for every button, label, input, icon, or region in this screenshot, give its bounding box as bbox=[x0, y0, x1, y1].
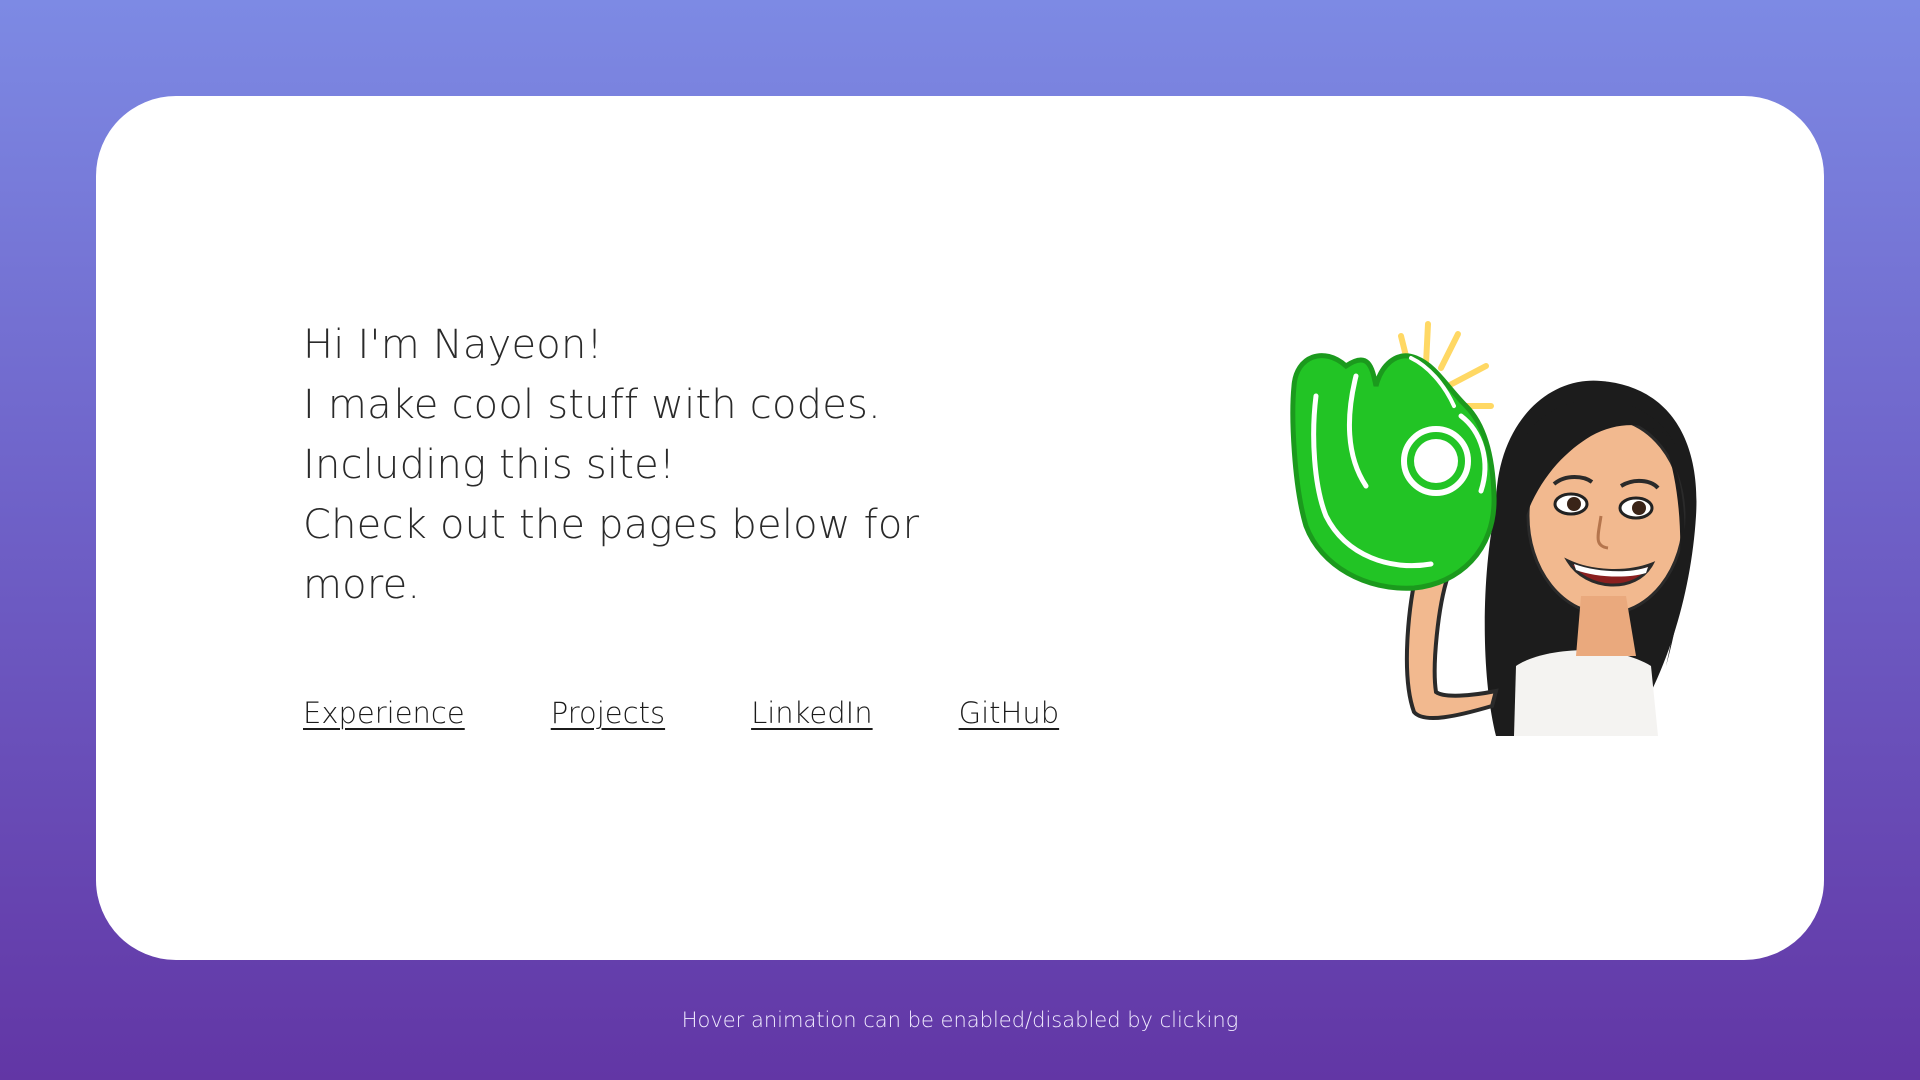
projects-link[interactable]: Projects bbox=[551, 696, 665, 730]
intro-line-3: Including this site! bbox=[303, 442, 676, 488]
bitmoji-avatar-icon[interactable] bbox=[1196, 246, 1756, 736]
intro-line-2: I make cool stuff with codes. bbox=[303, 382, 881, 428]
experience-link[interactable]: Experience bbox=[303, 696, 465, 730]
intro-line-5: more. bbox=[303, 562, 421, 608]
shirt-shape bbox=[1514, 650, 1658, 736]
hero-card: Hi I'm Nayeon! I make cool stuff with co… bbox=[96, 96, 1824, 960]
page-links: Experience Projects LinkedIn GitHub bbox=[303, 696, 1059, 730]
foam-hand-icon bbox=[1290, 353, 1497, 591]
linkedin-link[interactable]: LinkedIn bbox=[751, 696, 873, 730]
intro-greeting: Hi I'm Nayeon! bbox=[303, 322, 603, 368]
intro-text: Hi I'm Nayeon! I make cool stuff with co… bbox=[303, 315, 943, 615]
intro-line-4: Check out the pages below for bbox=[303, 502, 920, 548]
github-link[interactable]: GitHub bbox=[959, 696, 1060, 730]
hover-toggle-note[interactable]: Hover animation can be enabled/disabled … bbox=[0, 1008, 1920, 1032]
